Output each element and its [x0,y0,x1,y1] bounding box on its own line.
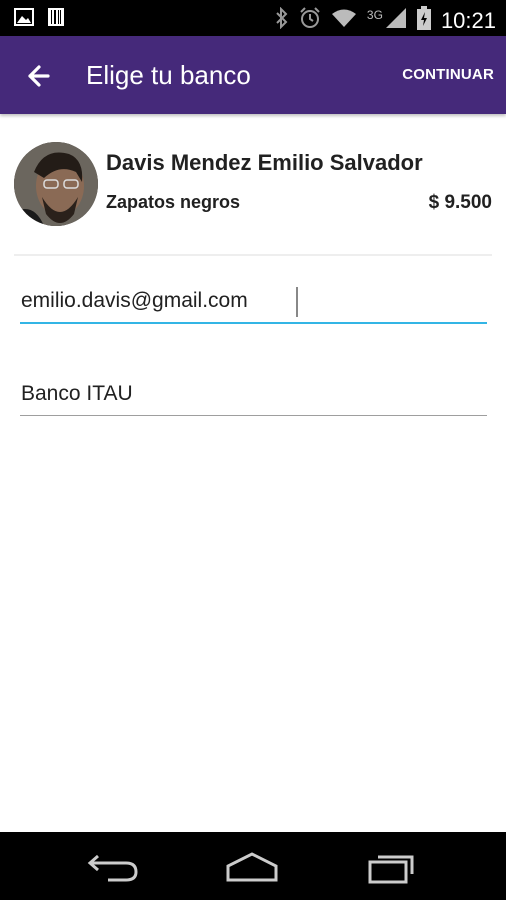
battery-icon [416,6,431,35]
item-name: Zapatos negros [106,192,241,212]
email-field[interactable] [20,280,487,324]
avatar [14,142,98,226]
barcode-icon [48,8,64,31]
network-type: 3G [366,7,383,22]
nav-back-button[interactable] [84,850,144,884]
status-bar: 3G 10:21 [0,0,506,36]
arrow-back-icon [28,65,50,87]
nav-recent-button[interactable] [362,850,422,884]
continue-button[interactable]: CONTINUAR [402,66,494,83]
bank-field[interactable] [20,372,487,416]
app-bar: Elige tu banco CONTINUAR [0,36,506,114]
divider [14,254,492,256]
nav-back-icon [87,854,138,882]
nav-home-icon [226,852,278,882]
wifi-icon [331,8,357,33]
back-button[interactable] [22,58,58,94]
navigation-bar [0,832,506,900]
text-cursor [296,287,298,317]
bluetooth-icon [275,6,289,34]
nav-home-button[interactable] [222,850,282,884]
status-time: 10:21 [440,7,496,33]
alarm-icon [299,7,321,34]
nav-recent-icon [368,855,414,884]
profile-name: Davis Mendez Emilio Salvador [106,150,423,175]
signal-icon [385,7,407,34]
item-price: $ 9.500 [428,192,492,213]
image-icon [14,8,34,31]
page-title: Elige tu banco [86,60,251,90]
